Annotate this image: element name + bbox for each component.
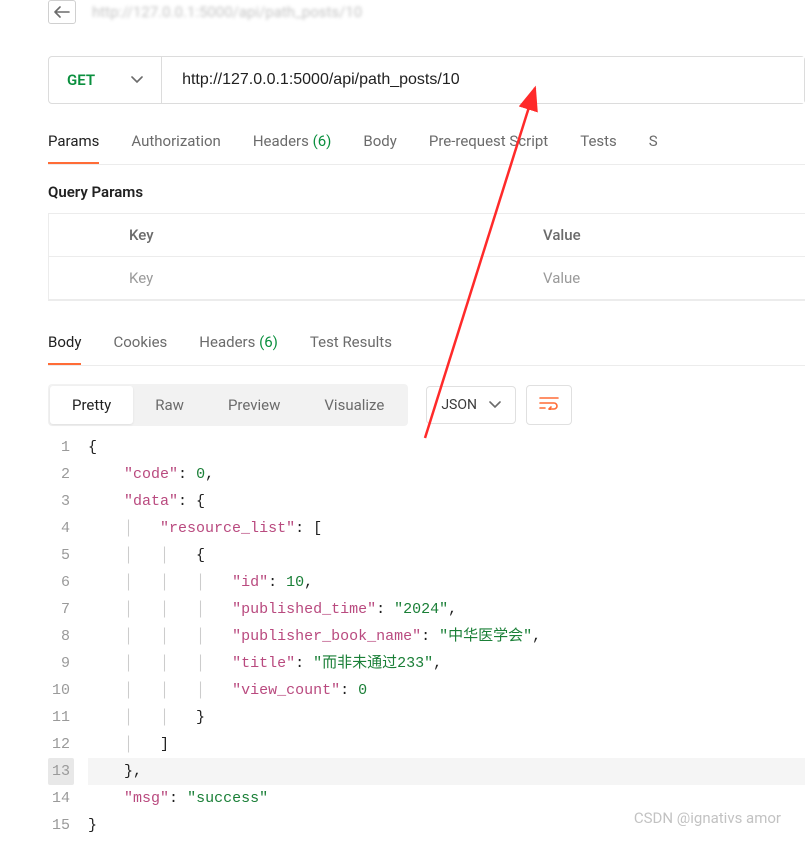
tab-tests[interactable]: Tests bbox=[580, 132, 617, 164]
back-icon[interactable] bbox=[48, 0, 76, 24]
query-params-table: Key Value Key Value bbox=[48, 213, 805, 301]
tab-prerequest[interactable]: Pre-request Script bbox=[429, 132, 548, 164]
history-url: http://127.0.0.1:5000/api/path_posts/10 bbox=[92, 3, 362, 21]
history-breadcrumb: http://127.0.0.1:5000/api/path_posts/10 bbox=[48, 0, 805, 32]
table-row[interactable]: Key Value bbox=[49, 257, 805, 300]
request-tabs: Params Authorization Headers (6) Body Pr… bbox=[48, 132, 805, 165]
tab-authorization[interactable]: Authorization bbox=[131, 132, 220, 164]
method-label: GET bbox=[67, 71, 95, 89]
resp-tab-results[interactable]: Test Results bbox=[310, 333, 392, 365]
format-bar: Pretty Raw Preview Visualize JSON bbox=[48, 384, 805, 426]
response-body[interactable]: 123456789101112131415 { "code": 0, "data… bbox=[48, 434, 805, 839]
format-raw[interactable]: Raw bbox=[133, 386, 206, 424]
format-pretty[interactable]: Pretty bbox=[50, 386, 133, 424]
type-dropdown[interactable]: JSON bbox=[426, 386, 516, 424]
col-key: Key bbox=[49, 214, 529, 257]
tab-body[interactable]: Body bbox=[363, 132, 396, 164]
wrap-icon bbox=[539, 396, 559, 410]
wrap-lines-button[interactable] bbox=[526, 385, 572, 425]
url-input[interactable] bbox=[162, 57, 804, 103]
resp-tab-body[interactable]: Body bbox=[48, 333, 81, 365]
tab-settings-partial[interactable]: S bbox=[649, 132, 658, 164]
resp-tab-headers[interactable]: Headers (6) bbox=[199, 333, 278, 365]
code-content[interactable]: { "code": 0, "data": { │ "resource_list"… bbox=[88, 434, 805, 839]
format-preview[interactable]: Preview bbox=[206, 386, 302, 424]
format-visualize[interactable]: Visualize bbox=[302, 386, 406, 424]
chevron-down-icon bbox=[489, 401, 501, 409]
tab-params[interactable]: Params bbox=[48, 132, 99, 164]
value-input[interactable]: Value bbox=[529, 257, 805, 300]
method-dropdown[interactable]: GET bbox=[49, 57, 162, 103]
tab-headers[interactable]: Headers (6) bbox=[253, 132, 332, 164]
key-input[interactable]: Key bbox=[49, 257, 529, 300]
query-params-title: Query Params bbox=[48, 183, 805, 201]
chevron-down-icon bbox=[131, 76, 143, 84]
format-group: Pretty Raw Preview Visualize bbox=[48, 384, 408, 426]
col-value: Value bbox=[529, 214, 805, 257]
request-bar: GET bbox=[48, 56, 805, 104]
table-header-row: Key Value bbox=[49, 214, 805, 257]
resp-tab-cookies[interactable]: Cookies bbox=[113, 333, 167, 365]
line-gutter: 123456789101112131415 bbox=[48, 434, 88, 839]
response-tabs: Body Cookies Headers (6) Test Results bbox=[48, 333, 805, 366]
